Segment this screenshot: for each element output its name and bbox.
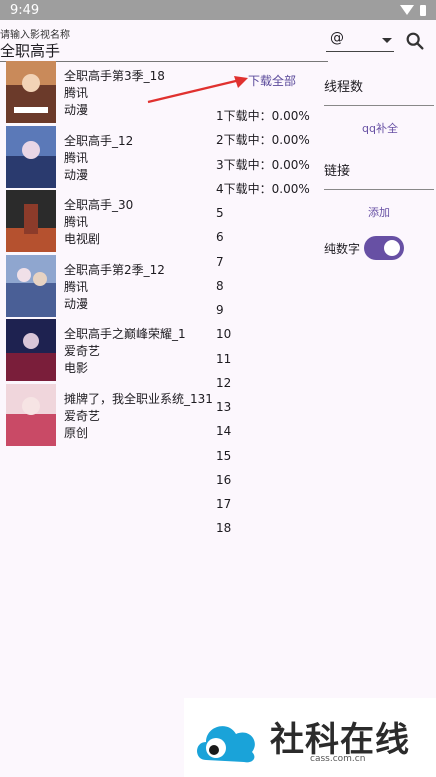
- download-item: 17: [216, 497, 232, 511]
- result-category: 原创: [64, 425, 89, 440]
- result-title: 摊牌了，我全职业系统_131: [64, 391, 213, 406]
- watermark-logo: [197, 726, 255, 763]
- download-item: 11: [216, 351, 232, 366]
- download-item: 8: [216, 278, 224, 293]
- result-meta: 全职高手第2季_12 腾讯 动漫: [64, 262, 165, 313]
- arrow-annotation-icon: [147, 76, 248, 104]
- result-list: 全职高手第3季_18 腾讯 动漫 全职高手_12 腾讯 动漫 全职高手_30 腾…: [6, 60, 216, 447]
- result-platform: 爱奇艺: [64, 344, 101, 358]
- download-item: 16: [216, 472, 232, 487]
- download-item: 5: [216, 206, 224, 220]
- result-item[interactable]: 摊牌了，我全职业系统_131 爱奇艺 原创: [6, 383, 216, 448]
- download-item: 2下载中：0.00%: [216, 133, 310, 148]
- result-platform: 腾讯: [64, 215, 89, 229]
- result-item[interactable]: 全职高手_12 腾讯 动漫: [6, 125, 216, 190]
- download-item: 13: [216, 400, 232, 414]
- download-item: 1下载中：0.00%: [216, 109, 310, 123]
- download-item: 9: [216, 303, 224, 317]
- status-time: 9:49: [10, 2, 40, 18]
- download-item: 4下载中：0.00%: [216, 181, 310, 196]
- result-meta: 全职高手_30 腾讯 电视剧: [64, 197, 133, 248]
- download-item: 3下载中：0.00%: [216, 157, 310, 172]
- download-all-button[interactable]: 下载全部: [248, 72, 296, 89]
- poster-image: [6, 125, 56, 188]
- result-title: 全职高手_30: [64, 198, 134, 212]
- download-item: 7: [216, 254, 224, 269]
- result-item[interactable]: 全职高手之巅峰荣耀_1 爱奇艺 电影: [6, 318, 216, 383]
- switch-knob: [384, 240, 400, 256]
- download-item: 10: [216, 327, 232, 342]
- poster-image: [6, 254, 56, 317]
- result-meta: 全职高手之巅峰荣耀_1 爱奇艺 电影: [64, 326, 186, 377]
- result-title: 全职高手_12: [64, 133, 134, 148]
- qq-complete-button[interactable]: qq补全: [362, 120, 398, 136]
- download-item: 18: [216, 521, 232, 536]
- pure-digits-switch[interactable]: [364, 236, 404, 260]
- link-field[interactable]: 链接: [324, 160, 434, 179]
- download-item: 14: [216, 424, 232, 439]
- result-title: 全职高手第2季_12: [64, 262, 165, 277]
- poster-image: [6, 383, 56, 446]
- download-item: 12: [216, 375, 232, 390]
- link-label: 链接: [324, 164, 351, 179]
- threads-underline: [324, 105, 434, 106]
- status-icons: [400, 4, 426, 16]
- result-category: 电影: [64, 361, 89, 375]
- wifi-icon: [400, 5, 414, 15]
- search-hint: 请输入影视名称: [0, 30, 70, 41]
- result-platform: 腾讯: [64, 279, 89, 294]
- result-meta: 摊牌了，我全职业系统_131 爱奇艺 原创: [64, 391, 213, 442]
- search-icon[interactable]: [404, 30, 426, 52]
- poster-image: [6, 190, 56, 252]
- watermark: 社科在线 cass.com.cn: [184, 698, 436, 777]
- download-list: 1下载中：0.00% 2下载中：0.00% 3下载中：0.00% 4下载中：0.…: [216, 104, 316, 541]
- result-item[interactable]: 全职高手第2季_12 腾讯 动漫: [6, 254, 216, 319]
- battery-icon: [420, 4, 426, 16]
- source-dropdown[interactable]: @: [326, 30, 394, 52]
- link-underline: [324, 189, 434, 190]
- source-dropdown-value: @: [330, 30, 344, 46]
- result-category: 动漫: [64, 296, 89, 311]
- threads-field[interactable]: 线程数: [324, 76, 434, 95]
- download-item: 15: [216, 448, 232, 463]
- result-category: 动漫: [64, 167, 89, 182]
- pure-digits-label: 纯数字: [324, 242, 361, 256]
- poster-image: [6, 61, 56, 123]
- result-item[interactable]: 全职高手_30 腾讯 电视剧: [6, 189, 216, 254]
- result-platform: 爱奇艺: [64, 408, 101, 423]
- search-field[interactable]: 请输入影视名称 全职高手: [0, 24, 328, 62]
- search-input[interactable]: 全职高手: [0, 40, 60, 61]
- dropdown-caret-icon: [382, 38, 392, 43]
- status-bar: 9:49: [0, 0, 436, 20]
- result-title: 全职高手之巅峰荣耀_1: [64, 327, 186, 341]
- result-category: 电视剧: [64, 232, 101, 246]
- result-meta: 全职高手_12 腾讯 动漫: [64, 133, 133, 184]
- result-platform: 腾讯: [64, 150, 89, 165]
- watermark-domain: cass.com.cn: [310, 754, 366, 764]
- add-button[interactable]: 添加: [368, 204, 390, 220]
- poster-image: [6, 319, 56, 381]
- threads-label: 线程数: [324, 80, 364, 95]
- download-item: 6: [216, 230, 224, 245]
